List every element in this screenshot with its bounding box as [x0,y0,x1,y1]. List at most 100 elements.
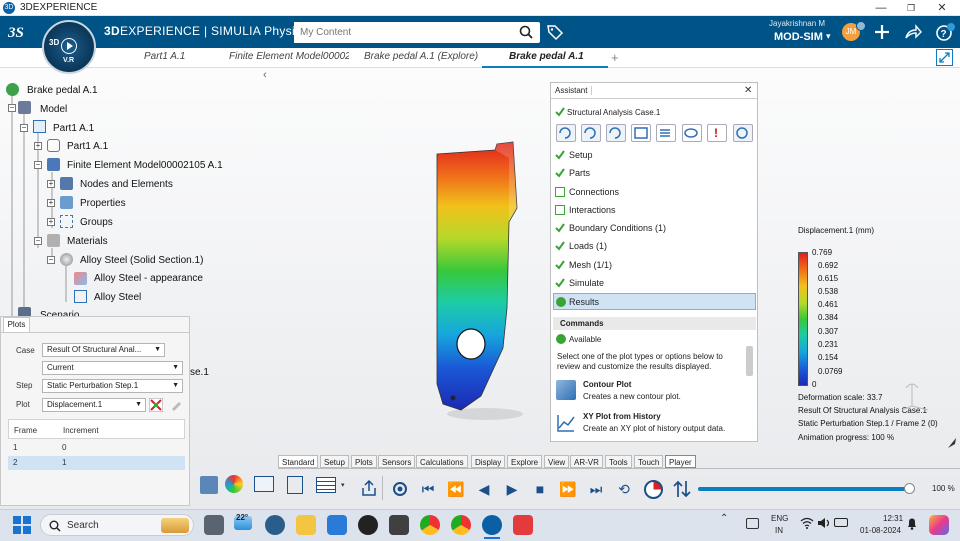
step-select[interactable]: Static Perturbation Step.1 ▼ [42,379,183,393]
keyboard-icon[interactable] [746,518,759,529]
display-icon[interactable] [287,476,303,494]
wifi-icon[interactable] [800,517,814,529]
settings-app-icon[interactable] [265,515,285,535]
step-parts[interactable]: Parts [569,168,590,178]
tab-fem[interactable]: Finite Element Model00002 [229,51,349,62]
simulation-results-icon[interactable] [225,475,243,493]
expander-nodes[interactable]: + [47,180,55,188]
expander-part1[interactable]: − [20,124,28,132]
help-icon[interactable]: ? [935,23,955,41]
step-connections[interactable]: Connections [569,187,619,197]
language-bottom[interactable]: IN [775,526,783,535]
ds-logo-icon[interactable]: 3S [8,22,34,42]
step-back-button[interactable]: ⏪ [446,479,466,499]
step-boundary-conditions[interactable]: Boundary Conditions (1) [569,223,666,233]
chrome-icon[interactable] [420,515,440,535]
current-select[interactable]: Current ▼ [42,361,183,375]
loop-button[interactable]: ⟲ [614,479,634,499]
tag-icon[interactable] [546,23,564,41]
tree-item-properties[interactable]: Properties [80,198,126,209]
step-results[interactable]: Results [569,297,599,307]
tree-item-nodes[interactable]: Nodes and Elements [80,179,173,190]
tab-touch[interactable]: Touch [634,455,664,468]
media-player-icon[interactable] [358,515,378,535]
compass-play-icon[interactable] [61,38,77,54]
close-window-button[interactable]: ✕ [928,0,956,16]
chevron-up-icon[interactable]: ⌃ [720,513,728,524]
stop-button[interactable]: ■ [530,479,550,499]
progress-handle[interactable] [904,483,915,494]
table-row[interactable]: 1 0 [8,441,185,455]
notification-bell-icon[interactable] [906,517,918,530]
taskbar-search[interactable]: Search [40,514,194,536]
xy-plot-icon[interactable] [556,413,576,433]
export-icon[interactable] [360,479,378,497]
tab-display[interactable]: Display [471,455,506,468]
step-forward-button[interactable]: ⏩ [558,479,578,499]
copilot-icon[interactable] [929,515,949,535]
expander-groups[interactable]: + [47,218,55,226]
speed-dial-icon[interactable] [644,480,663,499]
table-icon[interactable] [316,477,336,493]
tab-explore[interactable]: Explore [507,455,543,468]
tab-calculations[interactable]: Calculations [416,455,468,468]
fullscreen-button[interactable] [936,49,953,66]
expander-alloy-steel[interactable]: − [47,256,55,264]
tree-item-appearance[interactable]: Alloy Steel - appearance [94,273,203,284]
battery-icon[interactable] [834,518,848,527]
monitor-icon[interactable] [254,476,274,492]
task-view-icon[interactable] [204,515,224,535]
expander-materials[interactable]: − [34,237,42,245]
tree-item-materials[interactable]: Materials [67,236,108,247]
up-down-icon[interactable] [672,479,692,499]
last-frame-button[interactable]: ⏭ [586,479,606,499]
progress-track[interactable] [698,487,910,491]
tab-brake-pedal[interactable]: Brake pedal A.1 [509,51,584,62]
xy-plot-title[interactable]: XY Plot from History [583,412,661,421]
tree-item-alloy-steel[interactable]: Alloy Steel [94,292,141,303]
tab-standard[interactable]: Standard [278,455,319,468]
tree-item-model[interactable]: Model [40,104,67,115]
share-icon[interactable] [904,24,922,40]
legend-colorbar[interactable] [798,252,808,386]
tab-brake-explore[interactable]: Brake pedal A.1 (Explore) [364,51,478,62]
chevron-down-icon[interactable]: ▾ [826,31,831,42]
tree-item-part1[interactable]: Part1 A.1 [53,123,94,134]
tree-item-fem[interactable]: Finite Element Model00002105 A.1 [67,160,223,171]
play-button[interactable]: ▶ [502,479,522,499]
workspace-name[interactable]: MOD-SIM [774,31,823,43]
minimize-button[interactable]: — [867,0,895,16]
app-e-icon[interactable] [389,515,409,535]
tab-plots[interactable]: Plots [351,455,377,468]
table-row[interactable]: 2 1 [8,456,185,470]
tree-item-brake-pedal[interactable]: Brake pedal A.1 [27,85,98,96]
tab-sensors[interactable]: Sensors [378,455,416,468]
tab-view[interactable]: View [544,455,570,468]
expander-part1-geom[interactable]: + [34,142,42,150]
tab-setup[interactable]: Setup [320,455,349,468]
search-box[interactable] [294,22,540,43]
step-setup[interactable]: Setup [569,150,593,160]
clock-date[interactable]: 01-08-2024 [860,526,901,535]
volume-icon[interactable] [817,517,831,529]
axis-triad-icon[interactable] [900,378,930,412]
case-select[interactable]: Result Of Structural Anal... ▼ [42,343,165,357]
tab-ar-vr[interactable]: AR-VR [570,455,603,468]
play-backward-button[interactable]: ◀ [474,479,494,499]
language-top[interactable]: ENG [771,514,788,523]
file-explorer-icon[interactable] [296,515,316,535]
3dexperience-taskbar-icon[interactable] [482,515,502,535]
maximize-button[interactable]: ❐ [897,0,925,16]
expander-fem[interactable]: − [34,161,42,169]
assistant-close-button[interactable]: ✕ [744,85,752,96]
search-icon[interactable] [519,25,533,39]
clock-time[interactable]: 12:31 [883,514,903,523]
store-icon[interactable] [327,515,347,535]
save-icon[interactable] [200,476,218,494]
contour-plot-title[interactable]: Contour Plot [583,380,631,389]
plot-options-icon[interactable] [149,398,163,412]
tab-tools[interactable]: Tools [605,455,632,468]
tab-player[interactable]: Player [665,455,696,468]
step-interactions[interactable]: Interactions [569,205,616,215]
edit-pencil-icon[interactable] [170,399,182,411]
